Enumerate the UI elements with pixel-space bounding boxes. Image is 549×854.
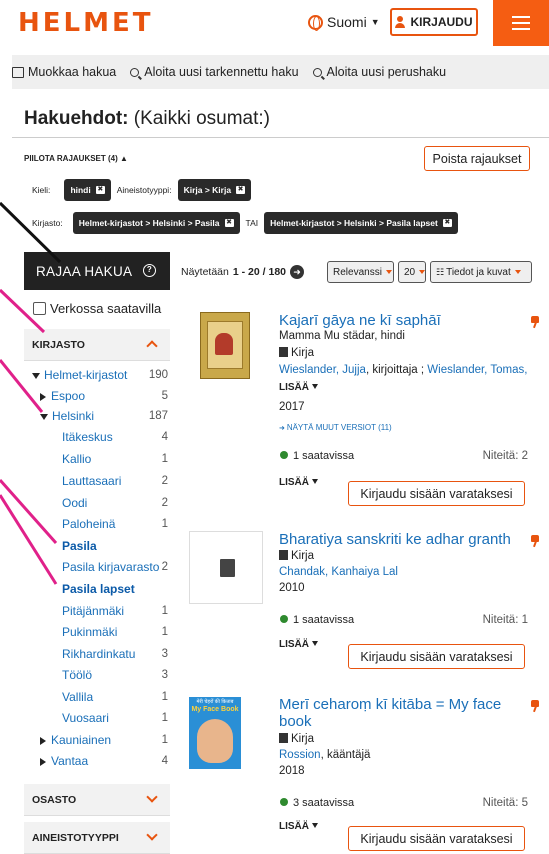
annotation-line-pink: [0, 494, 58, 585]
annotation-line-pink: [0, 288, 46, 334]
annotation-line-black: [0, 201, 62, 264]
annotation-line-pink: [0, 479, 58, 544]
annotation-line-pink: [0, 359, 44, 413]
annotation-overlay: [0, 201, 62, 585]
